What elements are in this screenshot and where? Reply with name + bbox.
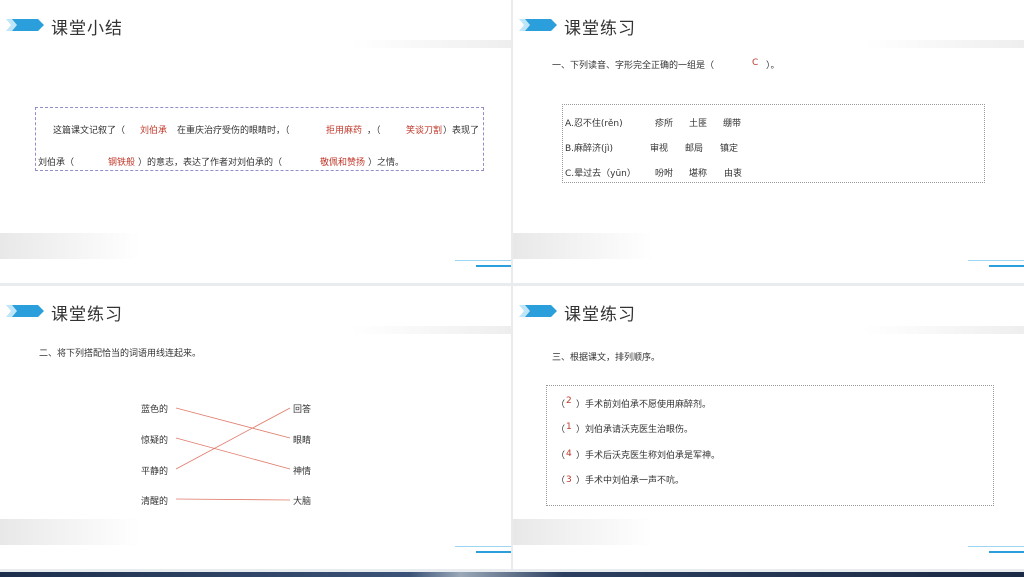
answer-3: 笑谈刀割 xyxy=(406,126,443,136)
slide-practice-2: 课堂练习 二、将下列搭配恰当的词语用线连起来。 蓝色的 惊疑的 平静的 清醒的 … xyxy=(0,286,511,569)
title-decoration xyxy=(351,40,511,48)
question-text: 一、下列读音、字形完全正确的一组是（ xyxy=(552,61,715,71)
slide-practice-3: 课堂练习 三、根据课文，排列顺序。 （ 2 ）手术前刘伯承不愿使用麻醉剂。 （ … xyxy=(513,286,1024,569)
footer-line xyxy=(968,546,1024,547)
paren-open: （ xyxy=(556,400,566,410)
summary-text: ）之情。 xyxy=(368,158,405,168)
order-number: 2 xyxy=(566,396,572,406)
footer-line xyxy=(476,265,511,267)
option-label: C.晕过去（yūn） xyxy=(565,169,636,179)
option-word: 审视 xyxy=(650,144,669,154)
paren-open: （ xyxy=(556,476,566,486)
match-line xyxy=(175,407,291,470)
order-item: ）手术后沃克医生称刘伯承是军神。 xyxy=(576,451,721,461)
summary-text: ，（ xyxy=(367,126,381,136)
option-word: 由衷 xyxy=(724,169,743,179)
summary-text: ）表现了 xyxy=(443,126,480,136)
answer-1: 刘伯承 xyxy=(140,126,168,136)
question-text: 三、根据课文，排列顺序。 xyxy=(552,353,661,363)
bottom-image-strip xyxy=(0,572,1024,577)
footer-line xyxy=(455,546,511,547)
footer-line xyxy=(989,551,1024,553)
paren-open: （ xyxy=(556,451,566,461)
option-word: 疹所 xyxy=(655,119,674,129)
slide-title: 课堂小结 xyxy=(51,19,123,39)
summary-text: 这篇课文记叙了（ xyxy=(53,126,126,136)
slide-class-summary: 课堂小结 这篇课文记叙了（ 刘伯承 在重庆治疗受伤的眼睛时，（ 拒用麻药 ，（ … xyxy=(0,0,511,283)
footer-line xyxy=(989,265,1024,267)
footer-decoration xyxy=(0,519,140,545)
slide-practice-1: 课堂练习 一、下列读音、字形完全正确的一组是（ C ）。 A.忍不住(rěn) … xyxy=(513,0,1024,283)
match-line xyxy=(175,498,291,501)
footer-decoration xyxy=(513,519,653,545)
summary-text: ）的意志，表达了作者对刘伯承的（ xyxy=(138,158,283,168)
blue-chevron-logo-icon xyxy=(6,19,44,31)
order-number: 4 xyxy=(566,449,572,459)
footer-line xyxy=(476,551,511,553)
footer-decoration xyxy=(513,233,653,259)
order-item: ）刘伯承请沃克医生治眼伤。 xyxy=(576,425,694,435)
blue-chevron-logo-icon xyxy=(519,305,557,317)
option-word: 土匪 xyxy=(689,119,708,129)
order-item: ）手术前刘伯承不愿使用麻醉剂。 xyxy=(576,400,712,410)
option-word: 堪称 xyxy=(689,169,708,179)
footer-line xyxy=(455,260,511,261)
answer-4: 钢铁般 xyxy=(108,158,136,168)
footer-line xyxy=(968,260,1024,261)
option-word: 吩咐 xyxy=(655,169,674,179)
option-label: B.麻醉济(jì) xyxy=(565,144,614,154)
title-decoration xyxy=(864,40,1024,48)
order-number: 3 xyxy=(566,475,572,485)
match-line xyxy=(175,407,291,439)
answer-2: 拒用麻药 xyxy=(326,126,363,136)
option-word: 绷带 xyxy=(723,119,742,129)
paren-open: （ xyxy=(556,425,566,435)
question-text: ）。 xyxy=(766,61,780,71)
question-answer: C xyxy=(752,58,759,68)
match-line xyxy=(175,437,291,470)
footer-decoration xyxy=(0,233,140,259)
summary-text: 刘伯承（ xyxy=(38,158,75,168)
slide-title: 课堂练习 xyxy=(564,19,636,39)
slide-title: 课堂练习 xyxy=(564,305,636,325)
order-number: 1 xyxy=(566,422,572,432)
option-word: 镇定 xyxy=(720,144,739,154)
blue-chevron-logo-icon xyxy=(519,19,557,31)
option-word: 邮局 xyxy=(685,144,704,154)
title-decoration xyxy=(864,326,1024,334)
order-item: ）手术中刘伯承一声不吭。 xyxy=(576,476,685,486)
summary-text: 在重庆治疗受伤的眼睛时，（ xyxy=(177,126,290,136)
answer-5: 敬佩和赞扬 xyxy=(320,158,366,168)
option-label: A.忍不住(rěn) xyxy=(565,119,623,129)
